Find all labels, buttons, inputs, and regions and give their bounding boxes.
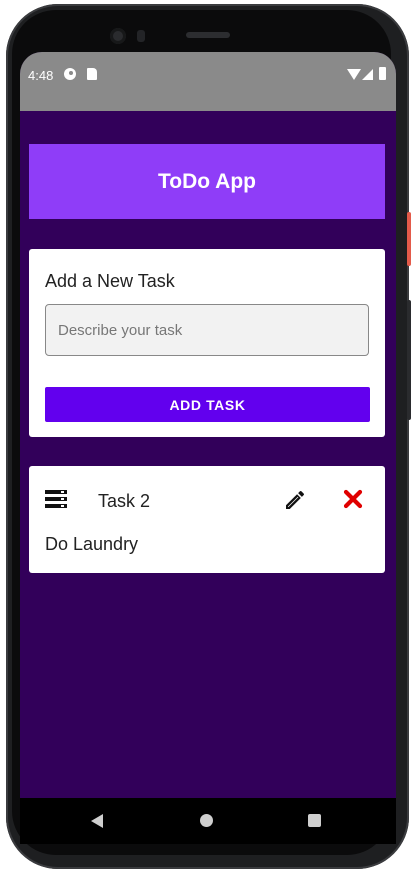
add-task-button[interactable]: ADD TASK <box>45 387 370 422</box>
power-button[interactable] <box>407 212 411 266</box>
close-icon[interactable] <box>342 488 364 510</box>
recents-icon[interactable] <box>308 814 321 827</box>
task-card: Task 2 Do Laundry <box>29 466 385 573</box>
status-bar: 4:48 <box>20 52 396 111</box>
add-task-card: Add a New Task ADD TASK <box>29 249 385 437</box>
back-icon[interactable] <box>91 814 103 828</box>
add-task-title: Add a New Task <box>45 271 175 291</box>
sd-card-icon <box>87 68 97 80</box>
task-description-input[interactable] <box>45 304 369 356</box>
app-header: ToDo App <box>29 144 385 219</box>
task-description: Do Laundry <box>45 534 139 554</box>
navigation-bar <box>20 798 396 844</box>
speaker <box>186 32 230 38</box>
home-icon[interactable] <box>200 814 213 827</box>
signal-icon <box>362 69 373 80</box>
status-notification-icon <box>64 68 76 80</box>
status-time: 4:48 <box>28 68 54 83</box>
pencil-icon[interactable] <box>283 488 307 512</box>
camera <box>110 28 126 44</box>
battery-icon <box>379 67 386 80</box>
volume-button[interactable] <box>407 300 411 420</box>
wifi-icon <box>347 69 361 80</box>
task-title: Task 2 <box>98 491 151 511</box>
app-screen: 4:48 ToDo App Add a New Task ADD TASK Ta… <box>20 52 396 798</box>
sensor <box>137 30 145 42</box>
list-icon <box>45 490 67 508</box>
app-title: ToDo App <box>158 169 256 193</box>
